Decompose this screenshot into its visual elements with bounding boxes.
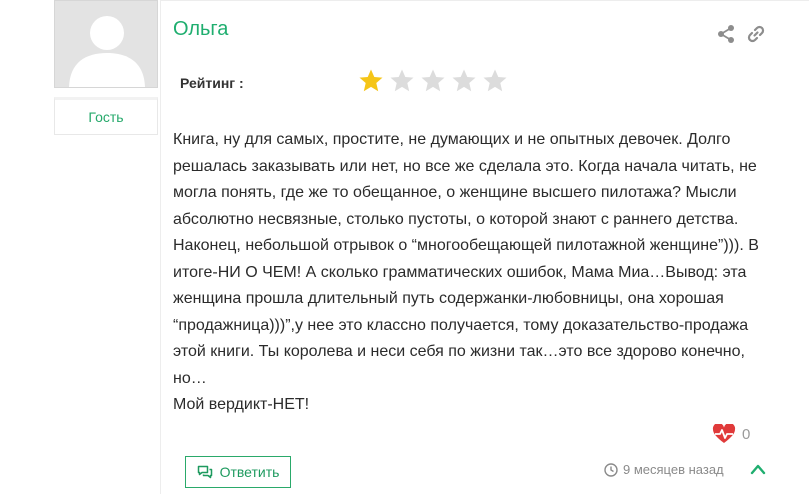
top-divider (160, 0, 809, 1)
star-filled-icon (359, 69, 383, 92)
author-column: Гость (0, 0, 160, 494)
star-empty-icon (421, 69, 445, 92)
reply-button[interactable]: Ответить (185, 456, 291, 488)
author-name[interactable]: Ольга (173, 18, 228, 41)
rating-stars (358, 68, 508, 94)
column-divider (160, 0, 161, 494)
comment-text: Книга, ну для самых, простите, не думающ… (173, 131, 759, 413)
time-ago-text: 9 месяцев назад (623, 462, 724, 477)
star-empty-icon (452, 69, 476, 92)
chat-bubbles-icon (197, 465, 212, 479)
avatar (54, 0, 158, 88)
star-empty-icon (483, 69, 507, 92)
chevron-up-icon[interactable] (750, 462, 766, 476)
reply-label: Ответить (219, 464, 280, 480)
link-icon[interactable] (746, 24, 766, 44)
share-icon[interactable] (716, 24, 736, 44)
like-count: 0 (742, 426, 751, 443)
heart-pulse-icon[interactable] (712, 424, 736, 444)
author-role-badge: Гость (54, 97, 158, 135)
rating-label: Рейтинг : (180, 75, 244, 91)
comment-time: 9 месяцев назад (604, 462, 724, 477)
star-empty-icon (390, 69, 414, 92)
clock-icon (604, 462, 618, 477)
